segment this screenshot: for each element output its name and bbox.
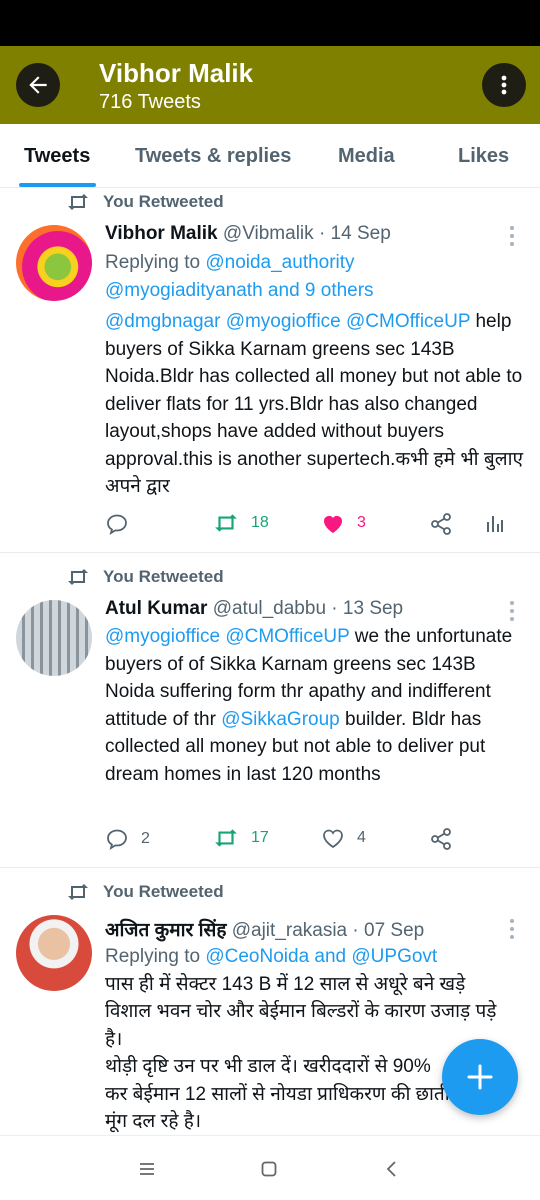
tweet-date: · 07 Sep [352,920,425,941]
reply-mention[interactable]: @noida_authority [205,252,354,273]
retweet-label: You Retweeted [103,567,224,586]
author-handle[interactable]: @atul_dabbu [213,598,326,619]
retweet-label: You Retweeted [103,192,224,211]
avatar[interactable] [16,915,92,991]
retweet-count: 17 [251,829,269,846]
active-tab-indicator [19,183,96,187]
profile-name: Vibhor Malik [99,58,254,88]
tweet-header: Atul Kumar @atul_dabbu · 13 Sep [105,598,403,620]
avatar[interactable] [16,600,92,676]
chevron-left-icon [386,1161,396,1177]
retweet-icon [215,514,237,532]
tweet-card[interactable]: You Retweeted Atul Kumar @atul_dabbu · 1… [0,553,540,867]
retweet-count: 18 [251,514,269,531]
reply-mention[interactable]: @CeoNoida and @UPGovt [205,946,437,967]
share-button[interactable] [429,827,453,851]
menu-lines-icon [140,1163,154,1175]
author-name[interactable]: Atul Kumar [105,598,207,619]
like-count: 4 [357,829,366,846]
retweet-icon [68,569,88,585]
tweet-date: · 14 Sep [318,223,391,244]
tweet-actions: 18 3 [105,512,515,540]
like-count: 3 [357,514,366,531]
share-icon [431,828,451,850]
analytics-icon [487,516,503,532]
author-name[interactable]: Vibhor Malik [105,223,218,244]
tweet-text: Replying to @CeoNoida and @UPGovt पास ही… [105,943,505,1134]
avatar[interactable] [16,225,92,301]
tab-tweets-replies[interactable]: Tweets & replies [135,145,291,168]
retweet-icon [215,829,237,847]
reply-others[interactable]: @myogiadityanath and 9 others [105,280,374,301]
arrow-left-icon [29,76,47,94]
home-button[interactable] [254,1154,284,1184]
tweet-mention-sikkagroup[interactable]: @SikkaGroup [221,709,340,730]
recents-button[interactable] [132,1154,162,1184]
tab-likes[interactable]: Likes [458,145,509,168]
retweet-button[interactable]: 17 [213,827,269,849]
reply-button[interactable]: 2 [105,827,150,851]
plus-icon [467,1064,493,1090]
reply-button[interactable] [105,512,141,536]
retweet-button[interactable]: 18 [213,512,269,534]
analytics-button[interactable] [485,512,505,534]
heart-icon [323,829,343,849]
tweet-more-button[interactable] [505,601,519,621]
author-handle[interactable]: @Vibmalik [223,223,314,244]
more-vertical-icon [501,75,507,95]
replying-to-label: Replying to [105,252,201,273]
tweet-text: @myogioffice @CMOfficeUP we the unfortun… [105,623,525,788]
tab-tweets[interactable]: Tweets [24,145,90,168]
tweet-actions: 2 17 4 [105,827,515,855]
compose-tweet-button[interactable] [442,1039,518,1115]
tweet-body: help buyers of Sikka Karnam greens sec 1… [105,311,524,497]
retweet-context: You Retweeted [66,192,224,212]
retweet-icon [68,884,88,900]
tweet-body-line4: मूंग दल रहे है। [105,1111,202,1132]
tweet-mentions[interactable]: @myogioffice @CMOfficeUP [105,626,350,647]
profile-header: Vibhor Malik 716 Tweets [0,46,540,124]
retweet-context: You Retweeted [66,567,224,587]
author-handle[interactable]: @ajit_rakasia [232,920,347,941]
heart-icon [324,516,342,533]
reply-icon [107,829,127,850]
retweet-context: You Retweeted [66,882,224,902]
share-button[interactable] [429,512,453,536]
more-options-button[interactable] [482,63,526,107]
tweet-mentions[interactable]: @dmgbnagar @myogioffice @CMOfficeUP [105,311,470,332]
back-button[interactable] [16,63,60,107]
tweet-more-button[interactable] [505,226,519,246]
profile-tabs: Tweets Tweets & replies Media Likes [0,124,540,188]
system-nav-bar [0,1135,540,1200]
reply-count: 2 [141,830,150,847]
tweet-text: Replying to @noida_authority @myogiadity… [105,249,525,501]
tweet-card[interactable]: You Retweeted Vibhor Malik @Vibmalik · 1… [0,190,540,552]
status-bar [0,0,540,46]
like-button[interactable]: 4 [321,827,366,849]
tab-media[interactable]: Media [338,145,395,168]
share-icon [431,513,451,535]
tweet-header: Vibhor Malik @Vibmalik · 14 Sep [105,223,391,245]
reply-icon [107,514,127,535]
retweet-icon [68,194,88,210]
retweet-label: You Retweeted [103,882,224,901]
tweet-date: · 13 Sep [331,598,404,619]
author-name[interactable]: अजित कुमार सिंह [105,920,226,941]
tweet-header: अजित कुमार सिंह @ajit_rakasia · 07 Sep [105,916,424,942]
square-icon [261,1161,277,1177]
system-back-button[interactable] [377,1154,407,1184]
tweet-more-button[interactable] [505,919,519,939]
like-button[interactable]: 3 [321,512,366,534]
tweet-body: पास ही में सेक्टर 143 B में 12 साल से अध… [105,973,497,1050]
tweet-count: 716 Tweets [99,91,201,113]
replying-to-label: Replying to [105,946,201,967]
